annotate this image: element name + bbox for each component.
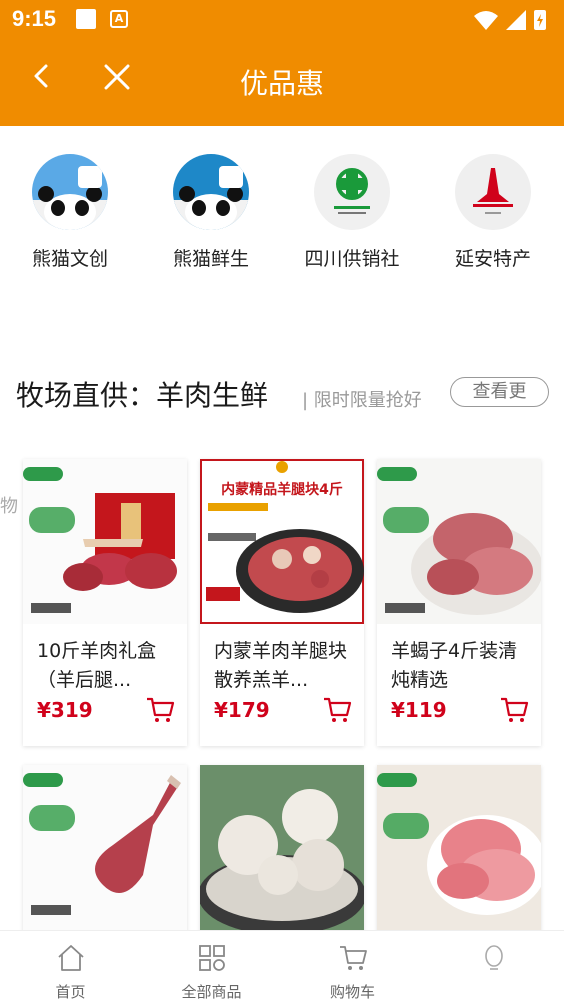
add-to-cart-icon[interactable] — [322, 695, 352, 725]
app-header: 优品惠 — [0, 40, 564, 126]
cart-icon — [339, 946, 367, 970]
brand-name: 延安特产 — [454, 248, 531, 270]
section-title: 牧场直供：羊肉生鲜 — [16, 379, 269, 412]
status-bar: 9:15 A — [0, 0, 564, 40]
product-price: ¥179 — [214, 698, 270, 722]
add-to-cart-icon[interactable] — [499, 695, 529, 725]
system-status-icons — [474, 10, 546, 30]
panda-icon — [32, 166, 108, 230]
user-icon — [484, 945, 503, 970]
product-image: 内蒙精品羊腿块4斤 — [200, 459, 364, 624]
product-card[interactable]: 羊蝎子4斤装清炖精选 ¥119 — [377, 459, 541, 746]
product-card[interactable]: 10斤羊肉礼盒（羊后腿... ¥319 — [23, 459, 187, 746]
app-root: 9:15 A 优品惠 熊猫文创 熊猫鲜生 四川供销社 延安特产 牧场直供：羊肉生… — [0, 0, 564, 1004]
yanan-logo — [455, 154, 531, 230]
nav-home[interactable]: 首页 — [0, 931, 141, 1004]
nav-label: 首页 — [55, 983, 86, 1001]
pagoda-icon — [473, 168, 513, 214]
status-time: 9:15 — [12, 6, 57, 31]
panda-fresh-logo — [173, 154, 249, 230]
page-title: 优品惠 — [239, 67, 324, 100]
notification-icon — [76, 9, 96, 29]
nav-cart[interactable]: 购物车 — [282, 931, 423, 1004]
brand-name: 熊猫鲜生 — [172, 248, 249, 270]
lamb-leg-image — [23, 765, 187, 935]
product-price: ¥319 — [37, 698, 93, 722]
view-more-button[interactable]: 查看更 — [450, 377, 549, 407]
lamb-rolls-image — [377, 765, 541, 935]
product-name: 内蒙羊肉羊腿块散养羔羊... — [214, 640, 348, 691]
home-icon — [57, 945, 84, 971]
nav-label: 全部商品 — [181, 983, 242, 1001]
brand-item-yanan[interactable]: 延安特产 — [433, 154, 553, 275]
product-price: ¥119 — [391, 698, 447, 722]
product-card[interactable]: 内蒙精品羊腿块4斤 内蒙羊肉羊腿块散养羔羊... ¥179 — [200, 459, 364, 746]
product-card[interactable] — [377, 765, 541, 935]
nav-all-products[interactable]: 全部商品 — [141, 931, 282, 1004]
coop-emblem-icon — [334, 168, 370, 214]
side-label: 物 — [0, 496, 18, 517]
nav-profile[interactable] — [423, 931, 564, 1004]
brand-item-panda-culture[interactable]: 熊猫文创 — [10, 154, 130, 275]
lamb-spine-image — [377, 459, 541, 624]
panda-icon — [173, 166, 249, 230]
app-badge-icon: A — [110, 10, 128, 28]
section-subtitle: | 限时限量抢好 — [302, 390, 422, 411]
bottom-nav: 首页 全部商品 购物车 — [0, 930, 564, 1004]
nav-label: 购物车 — [329, 983, 375, 1001]
product-image — [377, 459, 541, 624]
brand-name: 熊猫文创 — [31, 248, 108, 270]
product-banner: 内蒙精品羊腿块4斤 — [221, 482, 343, 498]
product-card[interactable] — [200, 765, 364, 935]
product-card[interactable] — [23, 765, 187, 935]
brand-item-panda-fresh[interactable]: 熊猫鲜生 — [151, 154, 271, 275]
sichuan-coop-logo — [314, 154, 390, 230]
grid-icon — [198, 945, 225, 971]
brand-item-sichuan-coop[interactable]: 四川供销社 — [292, 154, 412, 275]
add-to-cart-icon[interactable] — [145, 695, 175, 725]
brand-row: 熊猫文创 熊猫鲜生 四川供销社 延安特产 — [0, 126, 564, 326]
panda-culture-logo — [32, 154, 108, 230]
product-image — [23, 459, 187, 624]
lamb-gift-box-image — [23, 459, 187, 624]
product-name: 10斤羊肉礼盒（羊后腿... — [37, 640, 157, 691]
steamed-buns-image — [200, 765, 364, 935]
brand-name: 四川供销社 — [304, 248, 400, 270]
product-name: 羊蝎子4斤装清炖精选 — [391, 640, 518, 691]
